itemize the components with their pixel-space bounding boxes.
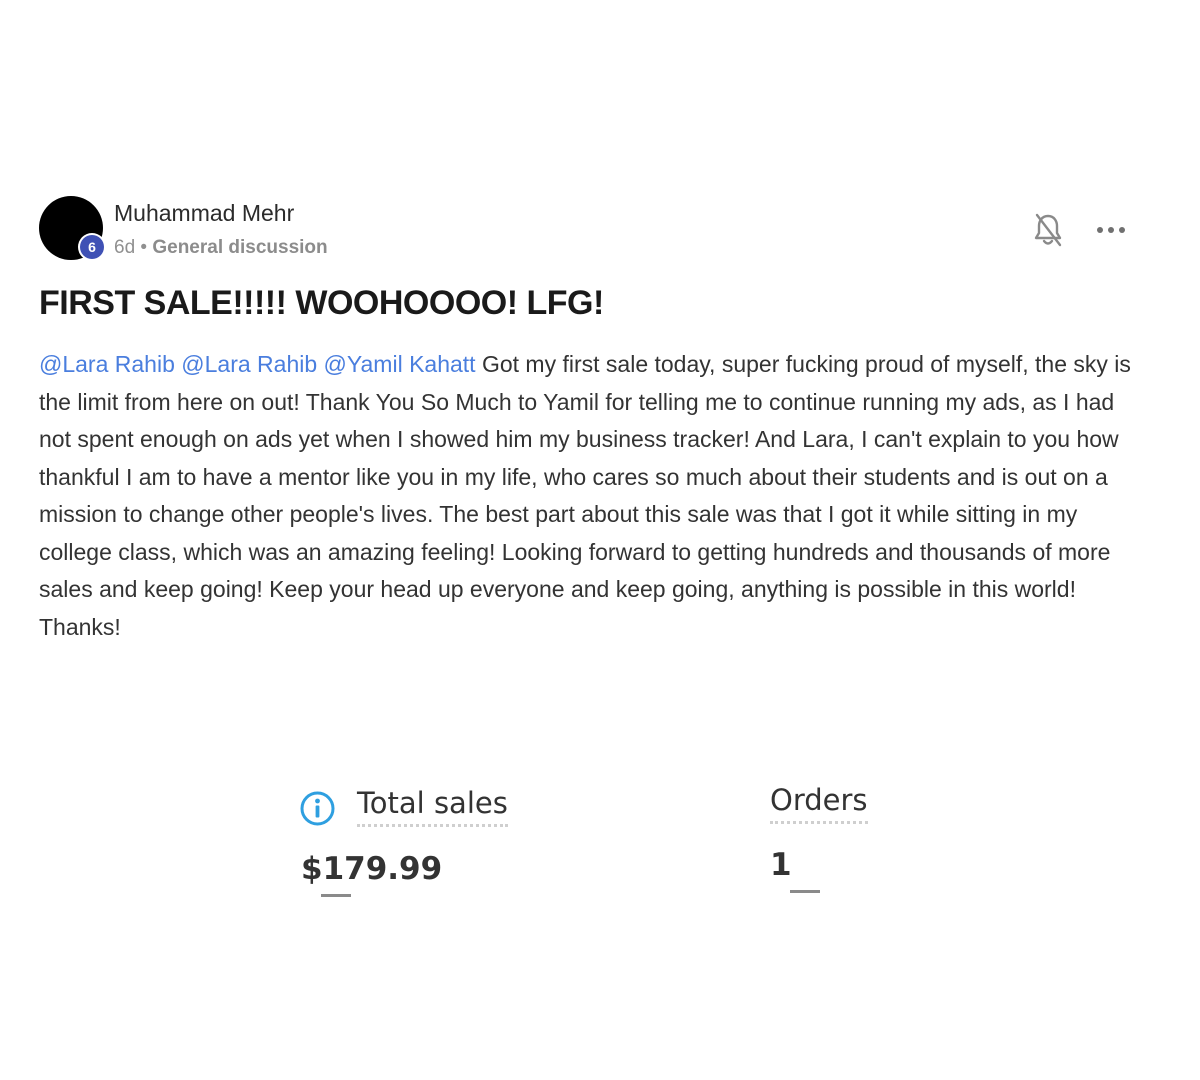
orders-value-row: 1 [770,847,820,902]
orders-label: Orders [770,783,868,824]
author-name[interactable]: Muhammad Mehr [114,200,294,227]
trend-dash [790,890,820,893]
post-body: @Lara Rahib @Lara Rahib @Yamil Kahatt Go… [39,346,1149,646]
author-avatar[interactable]: 6 [39,196,104,260]
trend-dash [321,894,351,897]
bell-off-icon [1034,213,1062,247]
orders-value: 1 [770,847,792,883]
post-time: 6d [114,237,136,258]
level-badge: 6 [80,235,104,259]
total-sales-label: Total sales [357,786,508,827]
post-card: 6 Muhammad Mehr 6d • General discussion … [0,0,1200,1080]
total-sales-value-row: $179.99 [301,851,442,906]
mention-link[interactable]: @Lara Rahib [181,351,317,377]
notifications-toggle-button[interactable] [1031,212,1065,248]
more-options-button[interactable] [1094,218,1128,242]
mention-link[interactable]: @Lara Rahib [39,351,175,377]
mention-link[interactable]: @Yamil Kahatt [324,351,476,377]
post-body-text: Got my first sale today, super fucking p… [39,351,1131,640]
post-meta: 6d • General discussion [114,237,328,259]
post-category[interactable]: General discussion [152,237,327,258]
meta-separator: • [140,237,148,258]
more-horizontal-icon [1097,227,1125,233]
post-title: FIRST SALE!!!!! WOOHOOOO! LFG! [39,284,604,322]
total-sales-value: $179.99 [301,851,443,887]
info-icon [300,791,335,826]
